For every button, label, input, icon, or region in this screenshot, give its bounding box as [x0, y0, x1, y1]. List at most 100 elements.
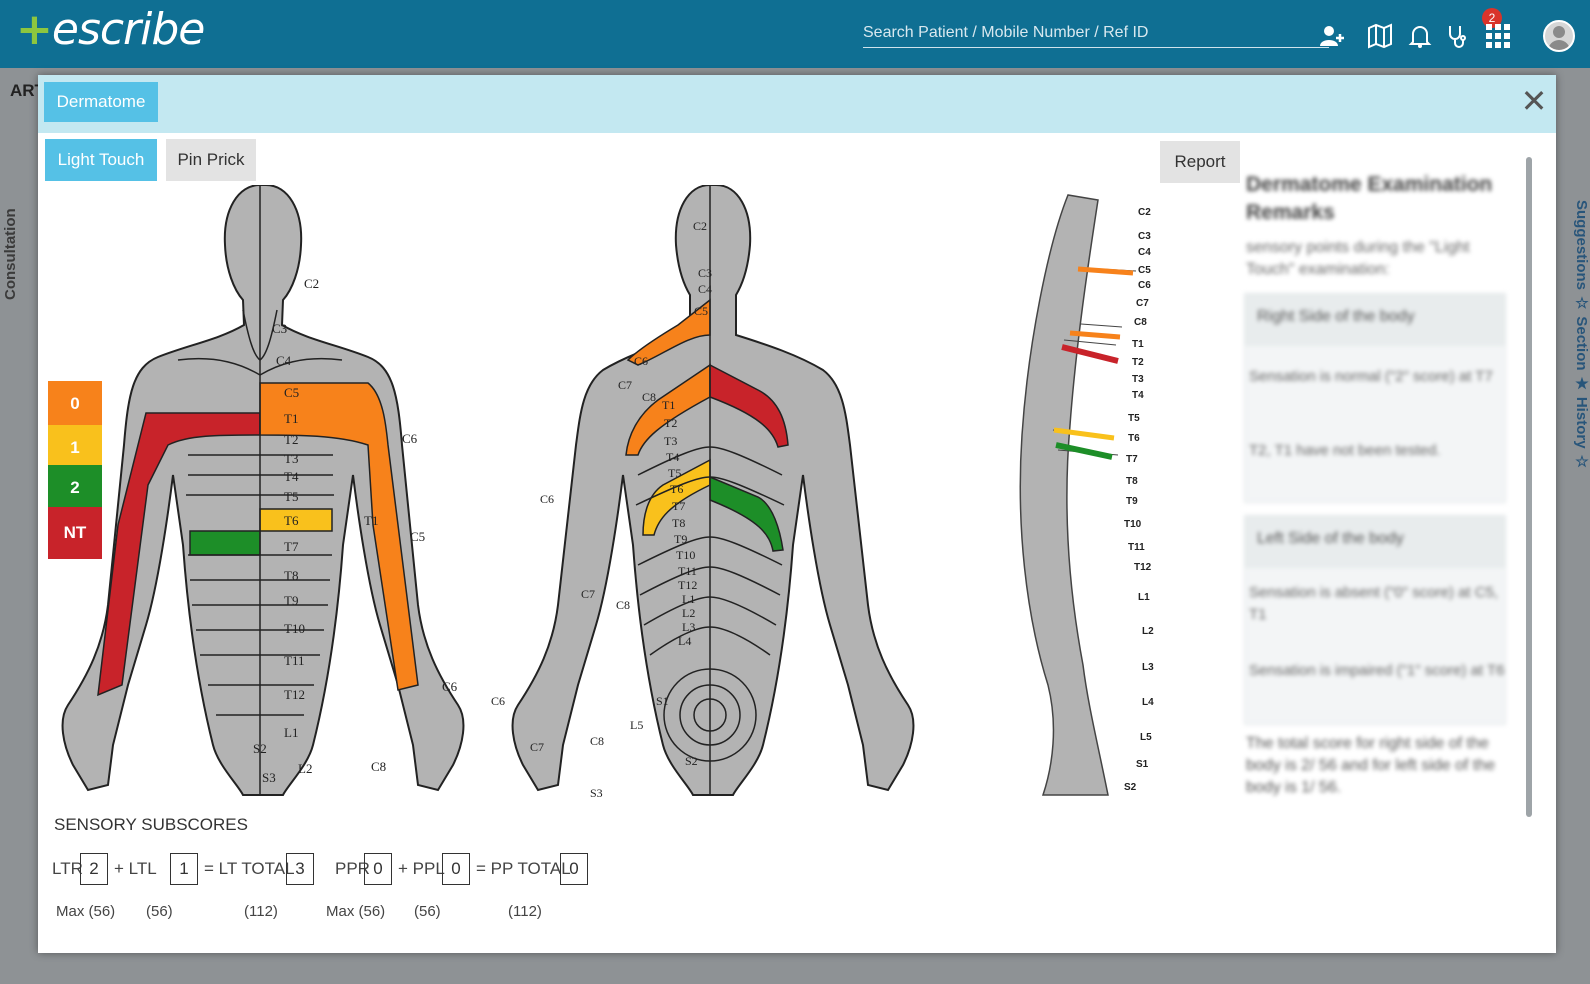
front-label: T1	[284, 411, 298, 426]
close-icon[interactable]: ✕	[1518, 85, 1550, 117]
back-label: C8	[642, 390, 656, 404]
back-label: C7	[581, 587, 595, 601]
front-label: T7	[284, 539, 299, 554]
back-label: T1	[662, 398, 675, 412]
dermatome-diagram: C2 C3 C4 C5 T1 T2 T3 T4 T5 T6 T7 T8 T9 T…	[61, 185, 1154, 800]
front-label: T1	[364, 513, 378, 528]
spine-label: C3	[1138, 231, 1151, 242]
back-label: T10	[676, 548, 695, 562]
front-label: L1	[284, 725, 298, 740]
report-button[interactable]: Report	[1160, 141, 1240, 183]
front-label: S2	[253, 741, 267, 756]
ppr-value[interactable]: 0	[364, 853, 392, 885]
back-label: L4	[678, 634, 691, 648]
ltl-value[interactable]: 1	[170, 853, 198, 885]
front-label: T9	[284, 593, 298, 608]
spine-label: C2	[1138, 207, 1151, 218]
front-label: T6	[284, 513, 299, 528]
back-label: T5	[668, 466, 681, 480]
front-label: C3	[272, 321, 287, 336]
spine-label: S1	[1136, 759, 1149, 770]
back-label: C5	[694, 304, 708, 318]
pp-total-value[interactable]: 0	[560, 853, 588, 885]
max-ppl: (56)	[414, 903, 441, 920]
remarks-title: Dermatome Examination Remarks	[1246, 173, 1493, 224]
back-label: C3	[698, 266, 712, 280]
remarks-subtitle: sensory points during the "Light Touch" …	[1246, 239, 1470, 278]
modal-header: Dermatome ✕	[38, 75, 1556, 133]
max-lt-total: (112)	[244, 903, 278, 920]
front-label: T10	[284, 621, 305, 636]
back-body-figure[interactable]	[511, 185, 915, 796]
back-label: C8	[616, 598, 630, 612]
ppl-value[interactable]: 0	[442, 853, 470, 885]
back-label: C7	[530, 740, 544, 754]
back-label: C6	[634, 354, 648, 368]
front-label: T2	[284, 432, 298, 447]
dermatome-tab[interactable]: Dermatome	[44, 82, 158, 122]
left-side-item: Sensation is impaired ("1" score) at T6	[1249, 662, 1505, 679]
remarks-footer: The total score for right side of the bo…	[1246, 735, 1496, 796]
front-label: C2	[304, 276, 319, 291]
patient-search-input[interactable]	[863, 20, 1329, 46]
back-label: L3	[682, 620, 695, 634]
front-label: C5	[284, 385, 299, 400]
apps-grid-icon[interactable]	[1484, 22, 1512, 50]
spine-label: T11	[1128, 542, 1145, 553]
spine-label: T5	[1128, 413, 1140, 424]
right-side-header[interactable]: Right Side of the body	[1245, 294, 1505, 346]
remarks-scrollbar[interactable]	[1526, 157, 1532, 817]
light-touch-button[interactable]: Light Touch	[45, 139, 157, 181]
right-side-tabs[interactable]: Suggestions ☆ Section ★ History ☆	[1570, 200, 1590, 580]
front-label: C6	[402, 431, 418, 446]
back-label: T11	[678, 564, 697, 578]
app-logo[interactable]: +escribe	[16, 4, 205, 55]
max-ppr: Max (56)	[326, 903, 386, 920]
spine-label: T6	[1128, 433, 1140, 444]
stethoscope-icon[interactable]	[1442, 22, 1470, 50]
spine-label: C7	[1136, 298, 1149, 309]
back-label: C6	[540, 492, 554, 506]
add-user-icon[interactable]	[1318, 22, 1346, 50]
front-label: T12	[284, 687, 305, 702]
ppl-label: + PPL	[398, 859, 445, 878]
back-label: T12	[678, 578, 697, 592]
pin-prick-button[interactable]: Pin Prick	[166, 139, 256, 181]
back-label: C2	[693, 219, 707, 233]
spine-figure[interactable]	[1019, 194, 1137, 796]
map-icon[interactable]	[1366, 22, 1394, 50]
back-label: C6	[491, 694, 505, 708]
spine-label: T4	[1132, 390, 1144, 401]
back-label: T2	[664, 416, 677, 430]
back-label: T8	[672, 516, 685, 530]
user-avatar[interactable]	[1543, 20, 1575, 52]
spine-label: S2	[1124, 782, 1137, 793]
front-body-figure[interactable]	[61, 185, 465, 796]
ltr-value[interactable]: 2	[80, 853, 108, 885]
max-pp-total: (112)	[508, 903, 542, 920]
front-label: C8	[371, 759, 386, 774]
consultation-side-tab[interactable]: Consultation	[2, 180, 22, 300]
back-label: S2	[685, 754, 698, 768]
max-ltr: Max (56)	[56, 903, 116, 920]
back-label: T3	[664, 434, 677, 448]
sensory-subscores-row: LTR 2 + LTL 1 = LT TOTAL 3 PPR 0 + PPL 0…	[52, 853, 612, 887]
spine-label: T9	[1126, 496, 1138, 507]
back-label: L5	[630, 718, 643, 732]
back-label: L2	[682, 606, 695, 620]
left-side-header[interactable]: Left Side of the body	[1245, 516, 1505, 568]
right-side-item: T2, T1 have not been tested.	[1249, 442, 1441, 459]
lt-total-value[interactable]: 3	[286, 853, 314, 885]
spine-label: T8	[1126, 476, 1138, 487]
front-label: T3	[284, 451, 298, 466]
right-side-item: Sensation is normal ("2" score) at T7	[1249, 368, 1493, 385]
right-side-title: Right Side of the body	[1257, 308, 1415, 325]
front-label: S3	[262, 770, 276, 785]
spine-label: C5	[1138, 265, 1151, 276]
patient-search[interactable]	[863, 20, 1329, 48]
front-label: C4	[276, 353, 292, 368]
spine-label: T12	[1134, 562, 1152, 573]
bell-icon[interactable]	[1406, 22, 1434, 50]
spine-label: L4	[1142, 697, 1154, 708]
back-label: T6	[670, 482, 683, 496]
